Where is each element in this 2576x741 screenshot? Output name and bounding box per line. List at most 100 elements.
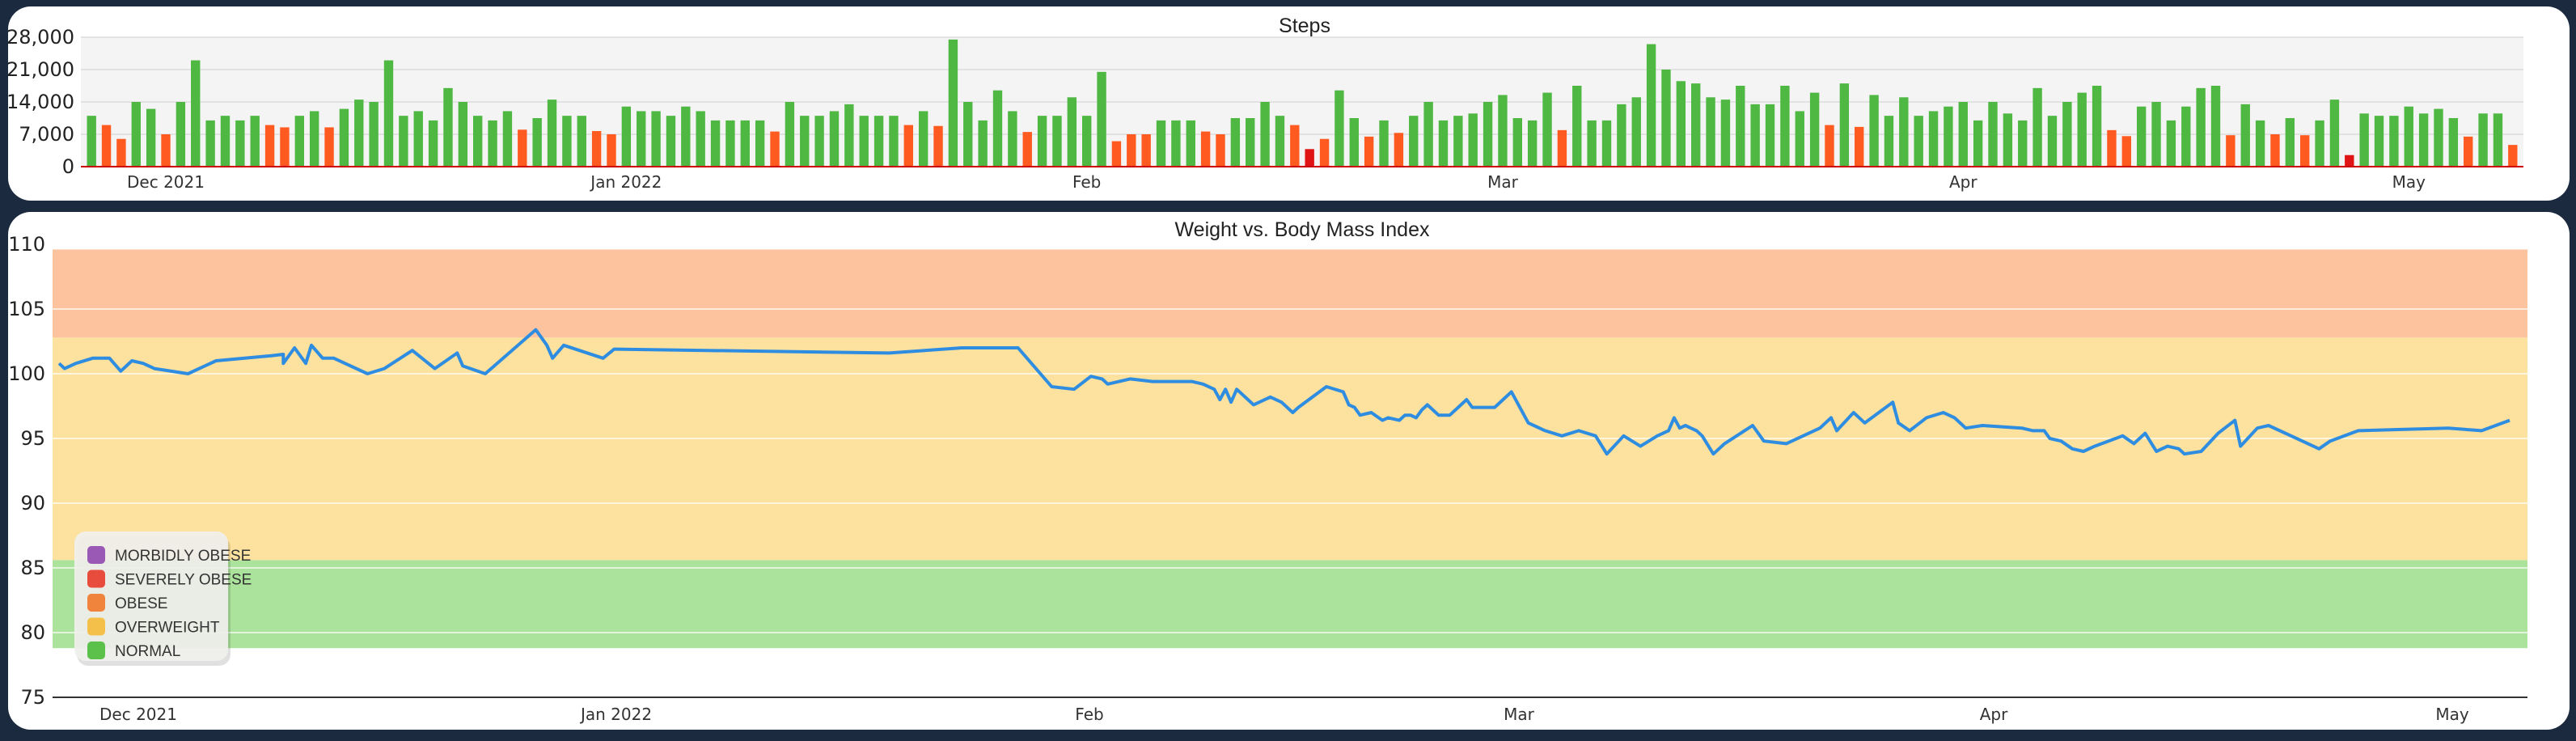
steps-bar bbox=[2077, 92, 2087, 167]
steps-bar bbox=[978, 120, 988, 167]
steps-bar bbox=[1230, 118, 1241, 167]
steps-bar bbox=[2493, 113, 2503, 167]
steps-bar bbox=[2062, 102, 2072, 167]
weight-y-tick-label: 85 bbox=[20, 557, 45, 579]
steps-bar bbox=[992, 90, 1003, 167]
steps-bar bbox=[1869, 95, 1879, 167]
steps-bar bbox=[413, 111, 423, 167]
steps-bar bbox=[621, 106, 632, 167]
steps-bar bbox=[591, 131, 602, 167]
steps-bar bbox=[2448, 118, 2459, 167]
steps-bar bbox=[2464, 136, 2473, 167]
steps-bar bbox=[2345, 155, 2354, 167]
steps-bar bbox=[1423, 102, 1433, 167]
steps-x-tick-label: Mar bbox=[1487, 172, 1519, 192]
steps-bar bbox=[1111, 141, 1122, 167]
steps-bar bbox=[176, 102, 186, 167]
steps-bar bbox=[161, 134, 171, 167]
steps-bar bbox=[1557, 129, 1567, 167]
steps-bar bbox=[2136, 106, 2147, 167]
steps-bar bbox=[1899, 97, 1909, 167]
steps-bar bbox=[280, 127, 290, 167]
steps-bar bbox=[1750, 104, 1760, 167]
steps-bar bbox=[2374, 116, 2384, 167]
bmi-band bbox=[53, 560, 2527, 649]
steps-bar bbox=[1067, 97, 1077, 167]
steps-bar bbox=[2003, 113, 2013, 167]
steps-y-tick-label: 28,000 bbox=[8, 26, 74, 49]
steps-bar bbox=[309, 111, 319, 167]
steps-bar bbox=[2255, 120, 2265, 167]
steps-bar bbox=[1661, 70, 1671, 167]
bmi-band bbox=[53, 249, 2527, 338]
steps-bar bbox=[637, 111, 646, 167]
steps-bar bbox=[2404, 106, 2413, 167]
steps-bar bbox=[1631, 97, 1641, 167]
steps-bar bbox=[859, 116, 869, 167]
weight-y-tick-label: 75 bbox=[20, 686, 45, 709]
steps-bar bbox=[1022, 132, 1032, 167]
legend-label: SEVERELY OBESE bbox=[115, 572, 252, 589]
steps-bar bbox=[488, 120, 497, 167]
steps-bar bbox=[1349, 118, 1359, 167]
steps-bar bbox=[428, 120, 438, 167]
bmi-legend: MORBIDLY OBESE SEVERELY OBESE OBESE OVERWEI… bbox=[74, 531, 252, 666]
steps-bar bbox=[1335, 90, 1344, 167]
steps-bar bbox=[1409, 116, 1419, 167]
steps-bar bbox=[903, 125, 913, 167]
steps-bar bbox=[1364, 136, 1374, 167]
legend-label: OBESE bbox=[115, 595, 167, 612]
steps-bar bbox=[1200, 131, 1211, 167]
steps-bar bbox=[1186, 120, 1195, 167]
steps-bar bbox=[1780, 86, 1790, 167]
steps-x-tick-label: Feb bbox=[1072, 172, 1101, 192]
steps-bar bbox=[1379, 120, 1389, 167]
steps-bar bbox=[2285, 118, 2295, 167]
steps-bar bbox=[651, 111, 661, 167]
steps-bar bbox=[2434, 108, 2443, 167]
steps-bar bbox=[1319, 138, 1330, 167]
steps-bar bbox=[1839, 83, 1850, 167]
legend-label: MORBIDLY OBESE bbox=[115, 548, 251, 565]
steps-bar bbox=[562, 116, 572, 167]
weight-bmi-chart: Weight vs. Body Mass Index 75 80 85 90 95 100… bbox=[8, 218, 2527, 724]
steps-bar bbox=[1453, 116, 1463, 167]
steps-bar bbox=[1944, 106, 1953, 167]
steps-bar bbox=[205, 120, 215, 167]
steps-bar bbox=[101, 125, 112, 167]
steps-bar bbox=[2300, 135, 2310, 167]
steps-y-tick-label: 21,000 bbox=[8, 58, 74, 81]
steps-bar bbox=[666, 116, 676, 167]
steps-bar bbox=[1958, 102, 1968, 167]
steps-bar bbox=[235, 120, 245, 167]
steps-bar bbox=[1706, 97, 1715, 167]
steps-bar bbox=[547, 100, 557, 167]
steps-bar bbox=[1542, 92, 1552, 167]
steps-bar bbox=[2329, 100, 2340, 167]
steps-bar bbox=[532, 118, 542, 167]
steps-bar bbox=[2315, 120, 2324, 167]
steps-bar bbox=[2181, 106, 2191, 167]
steps-bar bbox=[696, 111, 705, 167]
steps-bar bbox=[577, 116, 586, 167]
steps-bar bbox=[473, 116, 483, 167]
steps-bar bbox=[1765, 104, 1775, 167]
legend-swatch bbox=[87, 641, 105, 659]
legend-swatch bbox=[87, 594, 105, 612]
steps-bar bbox=[1141, 134, 1151, 167]
steps-bar bbox=[220, 116, 231, 167]
steps-bar bbox=[2210, 86, 2221, 167]
steps-bar bbox=[2166, 120, 2176, 167]
legend-swatch bbox=[87, 617, 105, 636]
steps-bar bbox=[383, 60, 394, 167]
steps-bar bbox=[814, 116, 824, 167]
steps-bar bbox=[458, 102, 468, 167]
weight-y-tick-label: 105 bbox=[8, 298, 45, 320]
steps-bar bbox=[1216, 134, 1225, 167]
steps-bar bbox=[770, 131, 780, 167]
steps-bar bbox=[1601, 120, 1612, 167]
weight-y-tick-label: 90 bbox=[20, 492, 45, 514]
steps-bar bbox=[1928, 111, 1939, 167]
steps-x-tick-label: Apr bbox=[1949, 172, 1977, 192]
steps-bar bbox=[800, 116, 810, 167]
